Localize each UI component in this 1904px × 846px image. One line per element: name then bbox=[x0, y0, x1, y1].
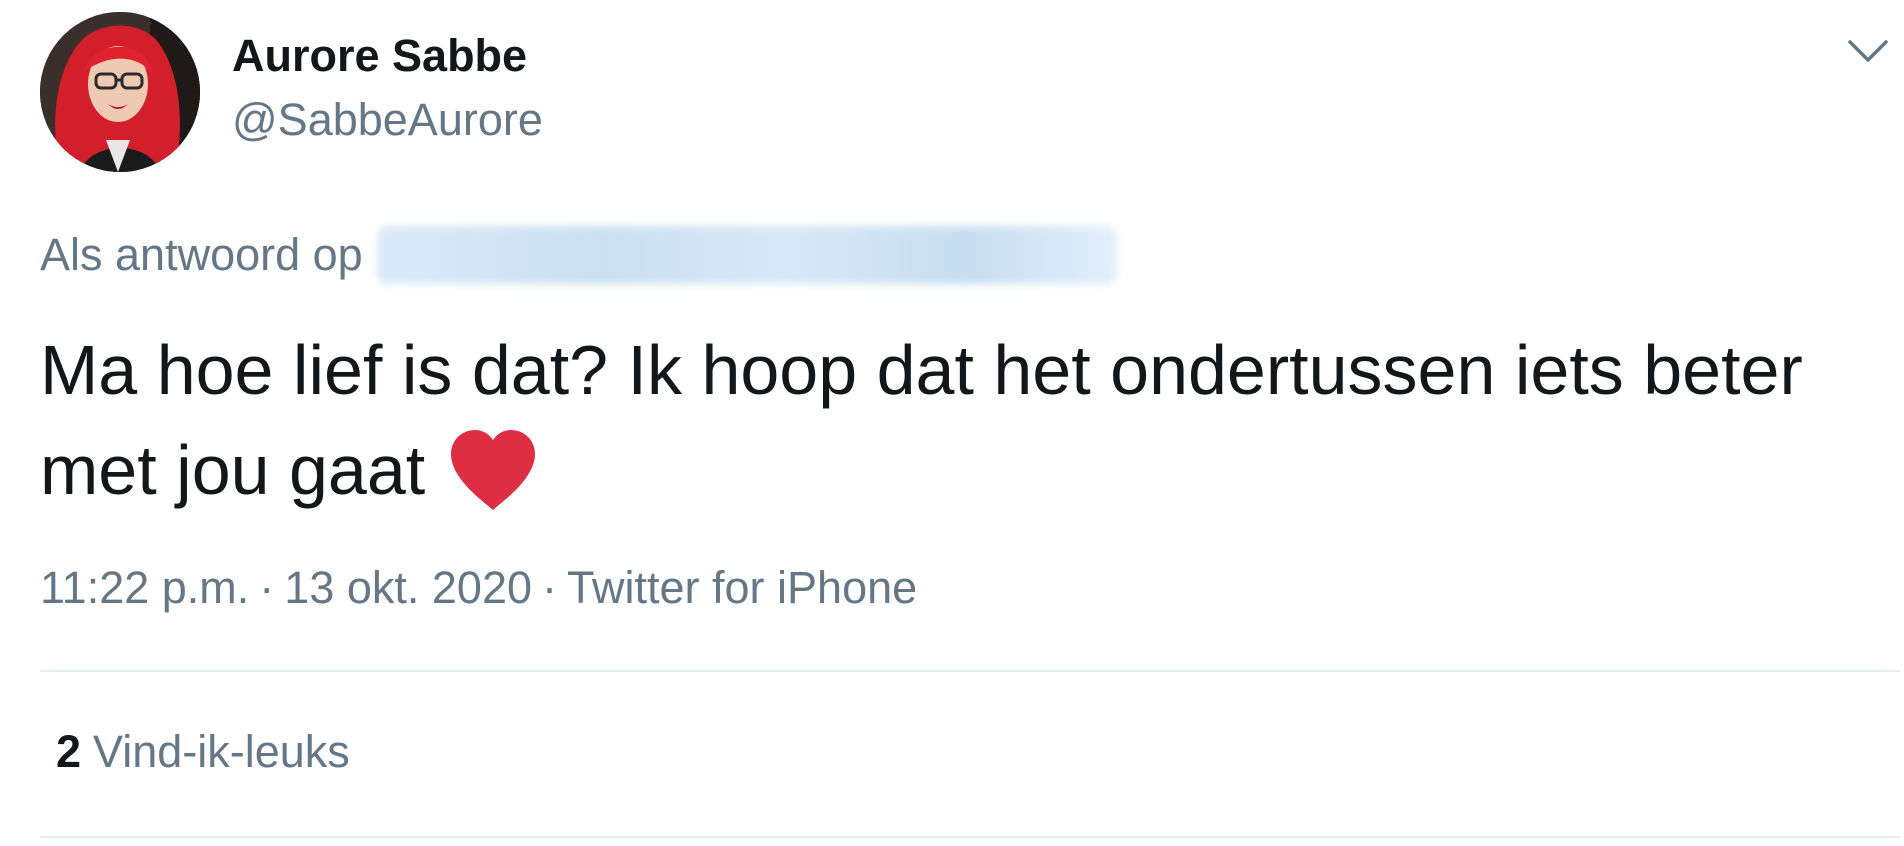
tweet-meta: 11:22 p.m. · 13 okt. 2020 · Twitter for iPho… bbox=[40, 562, 917, 614]
likes-count: 2 bbox=[56, 726, 82, 777]
meta-separator: · bbox=[259, 562, 275, 613]
tweet-time[interactable]: 11:22 p.m. bbox=[40, 562, 249, 613]
tweet-text: Ma hoe lief is dat? Ik hoop dat het onde… bbox=[40, 320, 1870, 520]
divider bbox=[40, 836, 1900, 838]
tweet-body: Ma hoe lief is dat? Ik hoop dat het onde… bbox=[40, 331, 1803, 509]
tweet-date[interactable]: 13 okt. 2020 bbox=[284, 562, 532, 613]
divider bbox=[40, 670, 1900, 672]
avatar[interactable] bbox=[40, 12, 200, 172]
display-name[interactable]: Aurore Sabbe bbox=[232, 30, 527, 82]
tweet-detail: Aurore Sabbe @SabbeAurore Als antwoord o… bbox=[0, 0, 1904, 846]
user-handle[interactable]: @SabbeAurore bbox=[232, 94, 543, 146]
red-heart-icon bbox=[447, 428, 539, 512]
likes-stat[interactable]: 2 Vind-ik-leuks bbox=[56, 726, 350, 778]
reply-prefix: Als antwoord op bbox=[40, 229, 363, 280]
blurred-reply-mentions[interactable] bbox=[376, 226, 1117, 284]
likes-label: Vind-ik-leuks bbox=[93, 726, 350, 777]
profile-photo bbox=[40, 12, 200, 172]
meta-separator: · bbox=[542, 562, 557, 613]
reply-context: Als antwoord op bbox=[40, 226, 1117, 284]
chevron-down-icon[interactable] bbox=[1846, 34, 1890, 68]
tweet-source[interactable]: Twitter for iPhone bbox=[567, 562, 917, 613]
